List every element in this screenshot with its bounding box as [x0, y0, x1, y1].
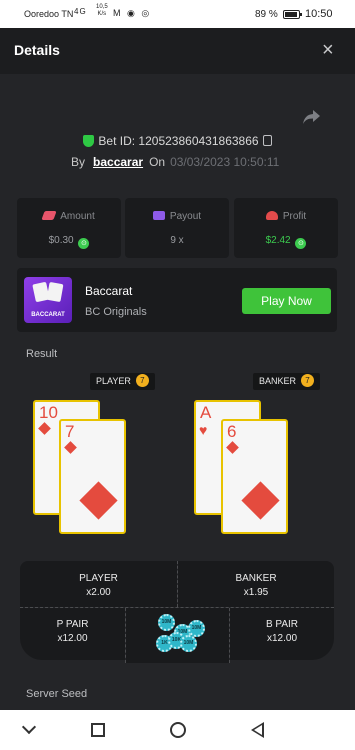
bet-cell-tie: 10M 10M 1K 10K 10M 10M	[126, 608, 229, 663]
divider	[20, 607, 334, 608]
page-title: Details	[14, 42, 60, 58]
bet-id-line: Bet ID: 120523860431863866	[0, 134, 355, 148]
diamond-icon	[64, 441, 77, 454]
banker-tag-label: BANKER	[259, 376, 297, 386]
divider	[229, 608, 230, 663]
card-rank: A	[200, 403, 212, 422]
currency-coin-icon: ⊙	[295, 238, 307, 249]
heart-icon: ♥	[199, 422, 208, 438]
banker-card-2: 6	[221, 419, 288, 534]
bet-player-name: PLAYER	[79, 573, 118, 584]
back-triangle-icon	[251, 722, 264, 738]
bet-date: 03/03/2023 10:50:11	[170, 155, 280, 169]
bet-cell-p-pair: P PAIR x12.00	[20, 608, 125, 660]
square-icon	[91, 723, 105, 737]
bet-cell-banker: BANKER x1.95	[178, 561, 334, 607]
carrier-name: Ooredoo TN	[24, 9, 74, 19]
stat-amount-value: $0.30	[48, 235, 74, 246]
game-thumbnail-label: BACCARAT	[31, 312, 65, 318]
bet-banker-mult: x1.95	[243, 587, 269, 598]
bet-b-pair-mult: x12.00	[266, 633, 298, 644]
game-name: Baccarat	[85, 284, 133, 298]
bet-banker-name: BANKER	[235, 573, 277, 584]
stat-payout-value: 9 x	[170, 235, 184, 246]
nav-back-button[interactable]	[238, 710, 278, 750]
stat-profit-value: $2.42	[265, 235, 291, 246]
close-icon[interactable]: ×	[322, 39, 334, 62]
network-speed: 10,5 K/s	[96, 4, 108, 17]
share-icon[interactable]	[303, 110, 320, 129]
shield-check-icon	[83, 135, 95, 147]
stat-amount-label: Amount	[60, 211, 95, 222]
result-label: Result	[26, 348, 58, 360]
game-thumbnail[interactable]: BACCARAT	[24, 277, 72, 323]
bet-byline: By baccarar On 03/03/2023 10:50:11	[71, 155, 279, 169]
on-label: On	[149, 155, 166, 169]
game-provider: BC Originals	[85, 306, 147, 318]
stat-profit-label: Profit	[282, 211, 307, 222]
diamond-icon	[79, 481, 118, 520]
chip-icon: 10M	[180, 635, 197, 652]
banker-score-badge: 7	[301, 374, 315, 387]
nav-home-button[interactable]	[158, 710, 198, 750]
currency-coin-icon: ⊙	[78, 238, 90, 249]
nav-dismiss-button[interactable]	[10, 710, 50, 750]
copy-icon[interactable]	[262, 135, 272, 146]
user-coin-icon	[265, 211, 278, 220]
bet-table: PLAYER x2.00 BANKER x1.95 P PAIR x12.00 …	[20, 561, 334, 685]
divider	[177, 561, 178, 607]
bet-p-pair-name: P PAIR	[56, 619, 89, 630]
signal-icon: 4G	[74, 7, 87, 16]
play-now-button[interactable]: Play Now	[242, 288, 331, 314]
bet-player-mult: x2.00	[86, 587, 111, 598]
details-header: Details ×	[0, 28, 355, 74]
player-card-2: 7	[59, 419, 126, 534]
player-score-badge: 7	[135, 374, 149, 387]
player-tag: PLAYER 7	[90, 373, 155, 390]
bet-b-pair-name: B PAIR	[265, 619, 299, 630]
battery-percent: 89 %	[255, 9, 278, 20]
game-card: BACCARAT Baccarat BC Originals Play Now	[17, 268, 337, 332]
card-rank: 7	[65, 422, 75, 441]
bet-p-pair-mult: x12.00	[57, 633, 88, 644]
stat-payout-label: Payout	[169, 211, 202, 222]
wallet-icon	[152, 211, 165, 220]
diamond-icon	[38, 422, 51, 435]
diamond-icon	[226, 441, 239, 454]
card-rank: 6	[227, 422, 237, 441]
bet-cell-player: PLAYER x2.00	[20, 561, 177, 607]
stat-profit: Profit $2.42 ⊙	[234, 198, 338, 258]
chip-icon: 10M	[158, 614, 175, 631]
clock: 10:50	[305, 8, 333, 20]
player-tag-label: PLAYER	[96, 376, 131, 386]
system-nav-bar	[0, 710, 355, 750]
by-label: By	[71, 155, 86, 169]
banker-tag: BANKER 7	[253, 373, 321, 390]
nav-recents-button[interactable]	[78, 710, 118, 750]
bet-id: Bet ID: 120523860431863866	[98, 134, 259, 148]
stat-amount: Amount $0.30 ⊙	[17, 198, 121, 258]
battery-icon	[283, 10, 302, 19]
coins-icon	[41, 211, 57, 220]
server-seed-label: Server Seed	[26, 688, 88, 700]
divider	[125, 608, 126, 663]
bet-cell-b-pair: B PAIR x12.00	[230, 608, 334, 660]
stat-payout: Payout 9 x	[125, 198, 229, 258]
chevron-down-icon	[21, 719, 37, 735]
diamond-icon	[241, 481, 280, 520]
status-bar: Ooredoo TN 4G 10,5 K/s M ◉ ◎ 89 % 10:50	[0, 0, 355, 28]
notification-icons: M ◉ ◎	[113, 8, 152, 18]
card-rank: 10	[39, 403, 58, 422]
circle-icon	[170, 722, 186, 738]
bet-user-link[interactable]: baccarar	[93, 155, 143, 169]
